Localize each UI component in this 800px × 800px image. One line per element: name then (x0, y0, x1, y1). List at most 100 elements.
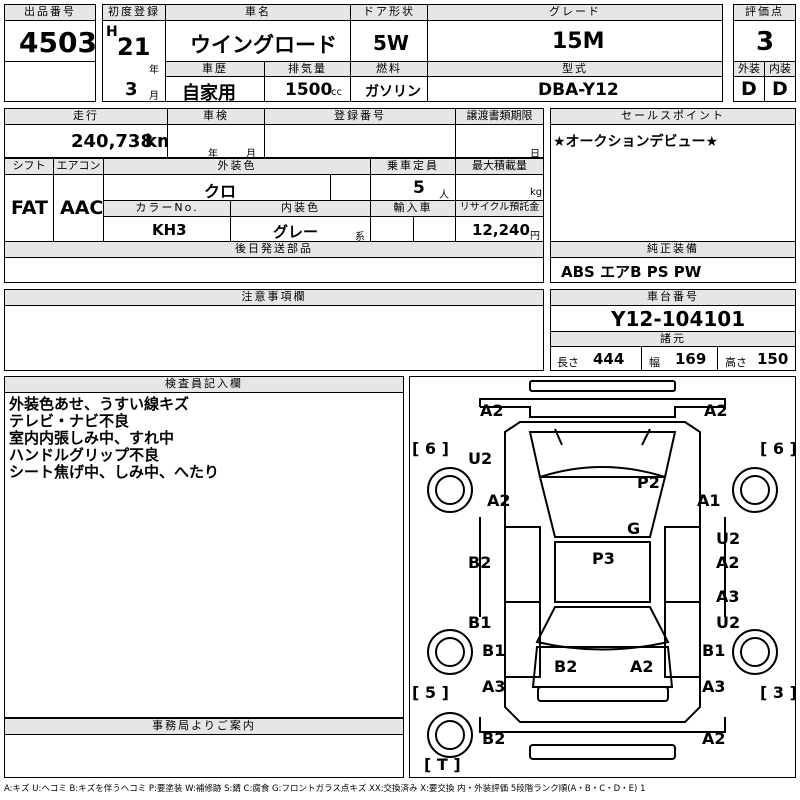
fuel-label: 燃料 (350, 61, 428, 77)
registration-number-cell (264, 124, 456, 158)
sales-point: ★オークションデビュー★ (553, 134, 719, 150)
damage-mark: B1 (702, 641, 726, 660)
color-number-cell: KH3 (103, 216, 231, 242)
inspector-note: テレビ・ナビ不良 (9, 412, 130, 430)
exterior-color: クロ (204, 182, 237, 201)
first-registration-label: 初度登録 (102, 4, 166, 21)
model-type-label: 型式 (427, 61, 723, 77)
door-cell: 5W (350, 20, 428, 62)
damage-mark: A2 (702, 729, 726, 748)
damage-mark: B2 (554, 657, 578, 676)
displacement-unit: cc (331, 87, 342, 98)
transfer-deadline-label: 譲渡書類期限 (455, 108, 544, 125)
interior-color-label: 内装色 (230, 200, 371, 217)
equipment-label: 純正装備 (550, 241, 796, 258)
height-label: 高さ (725, 356, 747, 369)
caution-cell (4, 305, 544, 371)
damage-mark: A2 (480, 401, 504, 420)
lot-number-label: 出品番号 (4, 4, 96, 21)
mileage: 240,738 (71, 131, 153, 152)
history-cell: 自家用 (165, 76, 265, 104)
inspector-note: シート焦げ中、しみ中、へたり (9, 463, 220, 481)
lot-number-cell: 4503 (4, 20, 97, 62)
chassis-cell: Y12-104101 (550, 305, 796, 332)
grade: 15M (552, 29, 605, 54)
registration-month: 3 (125, 79, 138, 100)
sales-point-label: セールスポイント (550, 108, 796, 125)
color-number: KH3 (152, 221, 187, 239)
equipment-cell: ABS エアB PS PW (550, 257, 796, 283)
interior-grade-cell: D (764, 76, 796, 102)
max-load-label: 最大積載量 (455, 158, 544, 175)
interior-grade: D (772, 78, 788, 100)
panel-label-left-rear: [ 5 ] (412, 683, 449, 702)
interior-color-cell: グレー 系 (230, 216, 371, 243)
shift-label: シフト (4, 158, 54, 175)
office-cell (4, 734, 404, 778)
damage-mark: A2 (630, 657, 654, 676)
grade-cell: 15M (427, 20, 723, 62)
door-type: 5W (373, 31, 409, 55)
exterior-grade-cell: D (733, 76, 765, 102)
first-registration-cell: H 21 年 3 月 (102, 20, 166, 102)
exterior-color-cell: クロ (103, 174, 371, 201)
inspector-note: 室内内張しみ中、すれ中 (9, 429, 175, 447)
exterior-grade-label: 外装 (733, 61, 765, 77)
model-name-label: 車名 (165, 4, 351, 21)
history-label: 車歴 (165, 61, 265, 77)
door-label: ドア形状 (350, 4, 428, 21)
shift-cell: FAT (4, 174, 54, 242)
aircon-type: AAC (60, 197, 104, 219)
capacity-cell: 5 人 (370, 174, 456, 201)
width-label: 幅 (649, 356, 660, 369)
office-label: 事務局よりご案内 (4, 718, 404, 735)
inspector-note: ハンドルグリップ不良 (9, 446, 160, 464)
specs-label: 諸元 (550, 331, 796, 347)
damage-mark: A2 (487, 491, 511, 510)
specs-cell: 長さ 444 幅 169 高さ 150 (550, 346, 796, 371)
damage-mark: P2 (637, 473, 660, 492)
chassis-number: Y12-104101 (611, 307, 746, 331)
import-divider (413, 217, 414, 241)
width-value: 169 (675, 350, 707, 368)
damage-mark: A3 (482, 677, 506, 696)
damage-mark: B1 (482, 641, 506, 660)
damage-mark: U2 (716, 613, 741, 632)
damage-mark: G (627, 519, 641, 538)
transfer-deadline-cell: 日 (455, 124, 544, 160)
recycle-cell: 12,240 円 (455, 216, 544, 242)
displacement-label: 排気量 (264, 61, 351, 77)
era: H (106, 24, 118, 40)
later-parts-label: 後日発送部品 (4, 241, 544, 258)
exterior-grade: D (741, 78, 757, 100)
max-load-unit: kg (530, 187, 543, 198)
displacement-cell: 1500 cc (264, 76, 351, 102)
model-name: ウイングロード (190, 33, 337, 57)
damage-mark: A2 (716, 553, 740, 572)
score-cell: 3 (733, 20, 796, 62)
displacement: 1500 (285, 80, 333, 100)
damage-mark: U2 (716, 529, 741, 548)
mileage-cell: 240,738 km (4, 124, 176, 158)
recycle-label: リサイクル預託金 (455, 200, 544, 217)
inspector-note: 外装色あせ、うすい線キズ (9, 395, 190, 413)
sales-point-cell: ★オークションデビュー★ (550, 124, 796, 242)
model-name-cell: ウイングロード (165, 20, 351, 62)
damage-mark: A3 (716, 587, 740, 606)
aircon-cell: AAC (53, 174, 104, 242)
model-type-cell: DBA-Y12 (427, 76, 723, 102)
damage-mark: B2 (468, 553, 492, 572)
caution-label: 注意事項欄 (4, 289, 544, 306)
interior-color: グレー (273, 223, 319, 241)
damage-mark: U2 (468, 449, 493, 468)
panel-label-right-front: [ 6 ] (760, 439, 797, 458)
capacity-unit: 人 (439, 190, 449, 201)
vehicle-history: 自家用 (182, 83, 236, 104)
ext-color-divider (330, 175, 331, 200)
inspector-label: 検査員記入欄 (4, 376, 404, 393)
inspection-label: 車検 (167, 108, 265, 125)
specs-divider-1 (641, 347, 642, 370)
registration-number-label: 登録番号 (264, 108, 456, 125)
aircon-label: エアコン (53, 158, 104, 175)
capacity-label: 乗車定員 (370, 158, 456, 175)
